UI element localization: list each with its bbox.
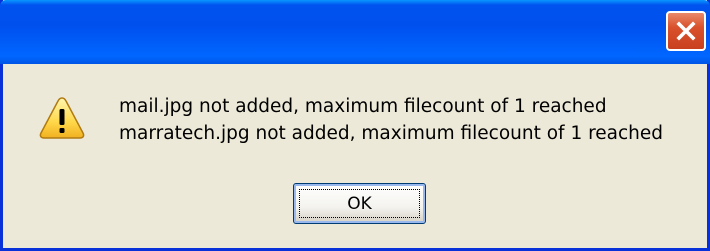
title-bar[interactable] <box>0 0 710 64</box>
warning-dialog: mail.jpg not added, maximum filecount of… <box>0 0 710 251</box>
message-text: mail.jpg not added, maximum filecount of… <box>119 93 663 147</box>
message-line: marratech.jpg not added, maximum filecou… <box>119 123 664 144</box>
message-line: mail.jpg not added, maximum filecount of… <box>119 96 607 117</box>
close-icon <box>675 20 697 42</box>
dialog-body: mail.jpg not added, maximum filecount of… <box>3 64 707 248</box>
ok-button-label: OK <box>347 193 372 214</box>
close-button[interactable] <box>666 11 706 51</box>
ok-button[interactable]: OK <box>293 183 426 224</box>
warning-icon <box>39 96 85 140</box>
